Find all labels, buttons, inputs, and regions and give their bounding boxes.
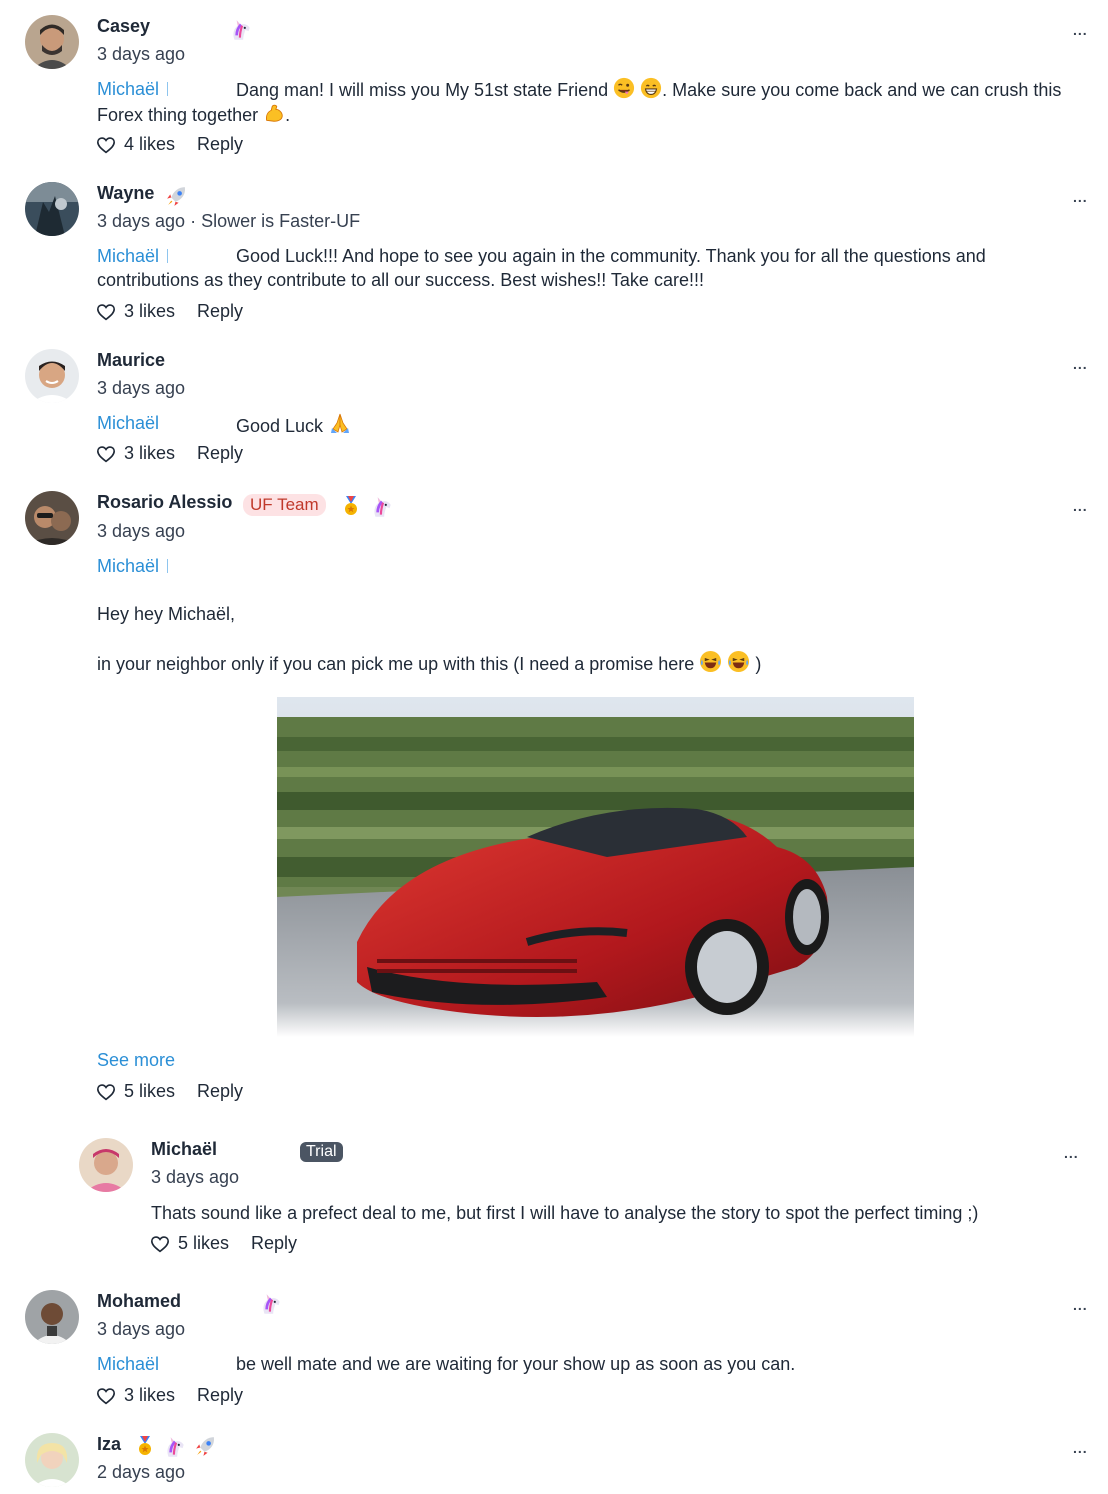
heart-icon[interactable] [96, 303, 116, 321]
more-options-button[interactable]: ... [1064, 1145, 1079, 1161]
team-badge: UF Team [243, 494, 326, 516]
heart-icon[interactable] [96, 1387, 116, 1405]
rocket-icon [193, 1434, 218, 1459]
mention-link[interactable]: Michaël [97, 413, 159, 434]
red-sports-car-image [277, 697, 914, 1037]
unicorn-icon [258, 1291, 284, 1317]
reply-button[interactable]: Reply [197, 301, 243, 322]
comment-actions: 5 likes Reply [150, 1233, 297, 1254]
likes-count[interactable]: 3 likes [124, 443, 175, 464]
heart-icon[interactable] [150, 1235, 170, 1253]
more-options-button[interactable]: ... [1073, 189, 1088, 205]
reply-button[interactable]: Reply [197, 1081, 243, 1102]
unicorn-icon [162, 1434, 188, 1460]
avatar[interactable] [25, 491, 79, 545]
reply-button[interactable]: Reply [251, 1233, 297, 1254]
winking-tongue-face-icon [613, 77, 635, 99]
flexed-biceps-icon [263, 102, 285, 124]
author-name[interactable]: Maurice [97, 350, 165, 371]
medal-icon [339, 494, 363, 518]
comment-actions: 3 likes Reply [96, 301, 243, 322]
author-name[interactable]: Casey [97, 16, 150, 37]
likes-count[interactable]: 3 likes [124, 301, 175, 322]
text-part: Dang man! I will miss you My 51st state … [236, 80, 609, 100]
likes-count[interactable]: 3 likes [124, 1385, 175, 1406]
more-options-button[interactable]: ... [1073, 498, 1088, 514]
reply-button[interactable]: Reply [197, 443, 243, 464]
comment-paragraph: Hey hey Michaël, [97, 604, 236, 624]
avatar[interactable] [25, 15, 79, 69]
more-options-button[interactable]: ... [1073, 1297, 1088, 1313]
comment-text: Good Luck!!! And hope to see you again i… [97, 246, 986, 290]
reply-button[interactable]: Reply [197, 134, 243, 155]
timestamp: 3 days ago · Slower is Faster-UF [97, 211, 361, 231]
comment-text: be well mate and we are waiting for your… [236, 1354, 796, 1374]
tears-of-joy-icon [699, 650, 722, 673]
grinning-face-icon [640, 77, 662, 99]
comment-actions: 3 likes Reply [96, 443, 243, 464]
more-options-button[interactable]: ... [1073, 1440, 1088, 1456]
likes-count[interactable]: 5 likes [124, 1081, 175, 1102]
rocket-icon [164, 184, 189, 209]
likes-count[interactable]: 5 likes [178, 1233, 229, 1254]
avatar[interactable] [25, 1433, 79, 1487]
unicorn-icon [369, 494, 395, 520]
author-name[interactable]: Michaël [151, 1139, 217, 1160]
avatar[interactable] [25, 349, 79, 403]
text-part: in your neighbor only if you can pick me… [97, 654, 695, 674]
more-options-button[interactable]: ... [1073, 22, 1088, 38]
comment-actions: 5 likes Reply [96, 1081, 243, 1102]
mention-name[interactable]: Michaël [97, 556, 159, 576]
mention-link[interactable]: Michaël [97, 556, 169, 577]
comment-text: Dang man! I will miss you My 51st state … [97, 77, 1092, 127]
reply-button[interactable]: Reply [197, 1385, 243, 1406]
heart-icon[interactable] [96, 1083, 116, 1101]
more-options-button[interactable]: ... [1073, 356, 1088, 372]
timestamp: 3 days ago [151, 1167, 240, 1187]
comment-text: Thats sound like a prefect deal to me, b… [151, 1203, 979, 1223]
heart-icon[interactable] [96, 136, 116, 154]
timestamp: 3 days ago [97, 1319, 186, 1339]
likes-count[interactable]: 4 likes [124, 134, 175, 155]
medal-icon [133, 1434, 157, 1458]
comment-text: Good Luck [236, 411, 1086, 438]
unicorn-icon [228, 17, 254, 43]
avatar[interactable] [25, 182, 79, 236]
text-part: Good Luck [236, 416, 324, 436]
heart-icon[interactable] [96, 445, 116, 463]
attached-car-image[interactable] [277, 697, 914, 1037]
see-more-link[interactable]: See more [97, 1050, 175, 1071]
avatar[interactable] [25, 1290, 79, 1344]
folded-hands-icon [328, 411, 352, 435]
author-name[interactable]: Mohamed [97, 1291, 181, 1312]
timestamp: 3 days ago [97, 44, 186, 64]
timestamp: 2 days ago [97, 1462, 186, 1482]
timestamp: 3 days ago [97, 521, 186, 541]
comment-actions: 4 likes Reply [96, 134, 243, 155]
tears-of-joy-icon [727, 650, 750, 673]
comment-actions: 3 likes Reply [96, 1385, 243, 1406]
author-name[interactable]: Wayne [97, 183, 154, 204]
timestamp: 3 days ago [97, 378, 186, 398]
comment-paragraph: in your neighbor only if you can pick me… [97, 650, 1087, 676]
author-name[interactable]: Rosario Alessio [97, 492, 232, 513]
mention-link[interactable]: Michaël [97, 1354, 159, 1375]
author-name[interactable]: Iza [97, 1434, 121, 1455]
trial-badge: Trial [300, 1142, 343, 1162]
avatar[interactable] [79, 1138, 133, 1192]
